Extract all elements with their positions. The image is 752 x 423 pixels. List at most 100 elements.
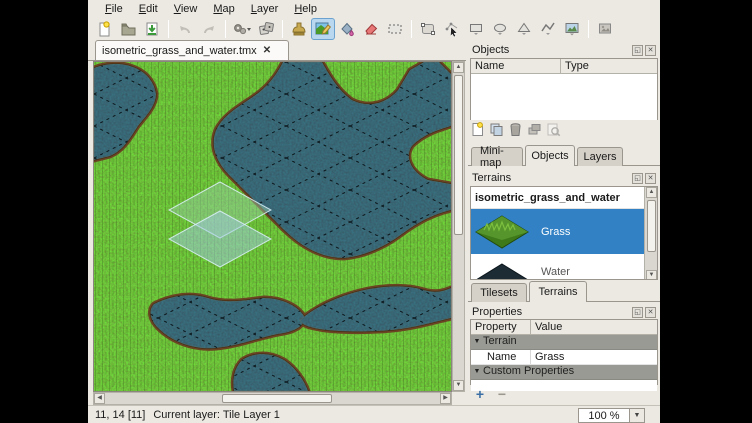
objects-table: Name Type (470, 58, 658, 120)
custom-properties-group-row[interactable]: ▼ Custom Properties (471, 365, 657, 380)
tab-mini-map[interactable]: Mini-map (471, 147, 523, 166)
insert-ellipse-button[interactable] (488, 18, 512, 40)
duplicate-objects-button[interactable] (489, 122, 504, 140)
scroll-right-icon[interactable]: ▶ (440, 393, 451, 404)
collapse-icon[interactable]: ▼ (471, 335, 483, 349)
insert-polyline-button[interactable] (536, 18, 560, 40)
float-dock-icon[interactable]: ◱ (632, 45, 643, 56)
properties-column-property[interactable]: Property (471, 320, 531, 334)
remove-property-button[interactable]: − (494, 388, 510, 402)
zoom-select[interactable]: 100 % ▼ (578, 408, 645, 423)
redo-button[interactable] (197, 18, 221, 40)
redo-icon (201, 21, 217, 37)
objects-dock-titlebar: Objects ◱ ✕ (472, 43, 656, 57)
vertical-scroll-thumb[interactable] (454, 75, 463, 235)
open-button[interactable] (116, 18, 140, 40)
properties-table: Property Value ▼ Terrain Name Grass ▼ Cu… (470, 319, 658, 385)
terrains-scroll-thumb[interactable] (647, 200, 656, 252)
insert-rectangle-icon (468, 21, 484, 37)
document-tab[interactable]: isometric_grass_and_water.tmx ✕ (95, 40, 289, 60)
horizontal-scroll-thumb[interactable] (222, 394, 332, 403)
add-object-layer-button[interactable] (470, 122, 485, 140)
objects-column-type[interactable]: Type (561, 59, 657, 73)
scroll-left-icon[interactable]: ◀ (94, 393, 105, 404)
main-toolbar (88, 17, 660, 41)
zoom-value: 100 % (579, 410, 629, 422)
add-property-button[interactable]: + (472, 388, 488, 402)
insert-tile-button[interactable] (560, 18, 584, 40)
terrain-brush-button[interactable] (311, 18, 335, 40)
grass-tile-icon (471, 209, 533, 254)
close-dock-icon[interactable]: ✕ (645, 307, 656, 318)
random-mode-button[interactable] (254, 18, 278, 40)
objects-column-name[interactable]: Name (471, 59, 561, 73)
terrain-item-water[interactable]: Water (471, 254, 645, 280)
insert-polygon-button[interactable] (512, 18, 536, 40)
document-tab-label: isometric_grass_and_water.tmx (102, 45, 257, 57)
rect-select-icon (387, 21, 403, 37)
save-button[interactable] (140, 18, 164, 40)
insert-image-button[interactable] (593, 18, 617, 40)
dice-icon (258, 21, 274, 37)
map-vertical-scrollbar[interactable]: ▲ ▼ (452, 61, 465, 392)
insert-rectangle-button[interactable] (464, 18, 488, 40)
terrains-tileset-header[interactable]: isometric_grass_and_water (471, 187, 645, 209)
tab-objects[interactable]: Objects (525, 145, 575, 166)
remove-objects-button[interactable] (508, 122, 523, 140)
undo-button[interactable] (173, 18, 197, 40)
objects-toolbar (470, 122, 561, 140)
menu-file[interactable]: File (98, 2, 130, 16)
close-dock-icon[interactable]: ✕ (645, 45, 656, 56)
group-label: Terrain (483, 335, 517, 349)
new-button[interactable] (92, 18, 116, 40)
rectangular-select-button[interactable] (383, 18, 407, 40)
terrain-group-row[interactable]: ▼ Terrain (471, 335, 657, 350)
terrain-item-label: Water (541, 266, 570, 278)
select-objects-button[interactable] (416, 18, 440, 40)
properties-table-header: Property Value (471, 320, 657, 335)
terrains-list: isometric_grass_and_water Grass Water ▲ … (470, 186, 658, 280)
select-objects-icon (420, 21, 436, 37)
float-dock-icon[interactable]: ◱ (632, 307, 643, 318)
goto-object-button[interactable] (546, 122, 561, 140)
stamp-brush-button[interactable] (287, 18, 311, 40)
move-objects-button[interactable] (527, 122, 542, 140)
tab-tilesets[interactable]: Tilesets (471, 283, 527, 302)
map-canvas[interactable] (93, 61, 452, 392)
tab-terrains[interactable]: Terrains (529, 281, 587, 302)
tab-close-icon[interactable]: ✕ (263, 45, 271, 56)
eraser-icon (363, 21, 379, 37)
scroll-up-icon[interactable]: ▲ (453, 62, 464, 73)
properties-column-value[interactable]: Value (531, 320, 657, 334)
menu-view[interactable]: View (167, 2, 205, 16)
collapse-icon[interactable]: ▼ (471, 365, 483, 379)
menu-map[interactable]: Map (206, 2, 241, 16)
current-layer-status: Current layer: Tile Layer 1 (153, 409, 280, 421)
scroll-down-icon[interactable]: ▼ (646, 270, 657, 280)
commands-button[interactable] (230, 18, 254, 40)
float-dock-icon[interactable]: ◱ (632, 173, 643, 184)
menu-edit[interactable]: Edit (132, 2, 165, 16)
terrains-scrollbar[interactable]: ▲ ▼ (644, 187, 657, 280)
toolbar-separator (588, 20, 589, 38)
gears-icon (232, 21, 252, 37)
property-value[interactable]: Grass (531, 350, 657, 364)
eraser-button[interactable] (359, 18, 383, 40)
name-property-row[interactable]: Name Grass (471, 350, 657, 365)
scroll-up-icon[interactable]: ▲ (646, 187, 657, 198)
tab-layers[interactable]: Layers (577, 147, 623, 166)
objects-dock-title: Objects (472, 44, 630, 56)
terrain-item-grass[interactable]: Grass (471, 209, 645, 254)
menu-help[interactable]: Help (287, 2, 324, 16)
zoom-dropdown-icon[interactable]: ▼ (629, 409, 644, 422)
edit-polygons-button[interactable] (440, 18, 464, 40)
menu-layer[interactable]: Layer (244, 2, 286, 16)
property-name: Name (471, 350, 531, 364)
close-dock-icon[interactable]: ✕ (645, 173, 656, 184)
save-icon (144, 21, 160, 37)
map-horizontal-scrollbar[interactable]: ◀ ▶ (93, 392, 452, 405)
group-label: Custom Properties (483, 365, 574, 379)
objects-list-empty[interactable] (471, 74, 657, 120)
bucket-fill-button[interactable] (335, 18, 359, 40)
scroll-down-icon[interactable]: ▼ (453, 380, 464, 391)
